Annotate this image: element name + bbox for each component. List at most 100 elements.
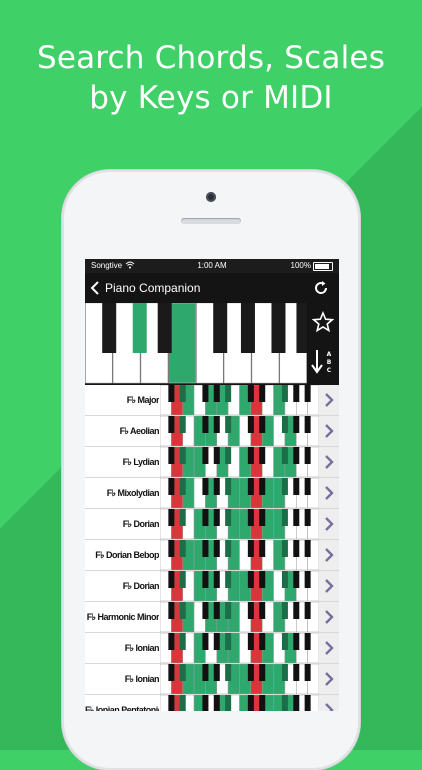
scale-name: F♭ Mixolydian (106, 488, 159, 498)
preview-black-key (247, 416, 254, 433)
back-button[interactable]: Piano Companion (89, 280, 200, 296)
preview-black-key (168, 509, 175, 526)
preview-black-key (293, 633, 300, 650)
scale-keyboard-preview (160, 447, 319, 477)
preview-black-key (281, 664, 288, 681)
row-detail-button[interactable] (319, 664, 339, 694)
battery-icon (313, 262, 333, 271)
black-key[interactable] (213, 303, 228, 353)
preview-black-key (281, 447, 288, 464)
preview-black-key (202, 540, 209, 557)
preview-black-key (304, 509, 311, 526)
scale-name: F♭ Dorian (122, 519, 159, 529)
preview-black-key (281, 602, 288, 619)
row-detail-button[interactable] (319, 540, 339, 570)
chevron-right-icon (325, 579, 334, 593)
preview-black-key (168, 602, 175, 619)
svg-text:B: B (327, 359, 332, 366)
preview-black-key (213, 478, 220, 495)
scale-row[interactable]: F♭ Ionian Pentatonic (85, 695, 339, 711)
row-detail-button[interactable] (319, 633, 339, 663)
preview-black-key (179, 509, 186, 526)
piano-keyboard[interactable] (85, 303, 307, 385)
preview-black-key (247, 571, 254, 588)
scale-keyboard-preview (160, 695, 319, 711)
scale-keyboard-preview (160, 509, 319, 539)
row-detail-button[interactable] (319, 478, 339, 508)
piano-keyboard-area: A B C (85, 303, 339, 385)
black-key[interactable] (271, 303, 286, 353)
preview-black-key (213, 695, 220, 711)
headline-line-1: Search Chords, Scales (36, 40, 386, 76)
preview-black-key (304, 664, 311, 681)
preview-black-key (213, 385, 220, 402)
black-key[interactable] (102, 303, 117, 353)
preview-black-key (259, 695, 266, 711)
preview-black-key (247, 695, 254, 711)
row-detail-button[interactable] (319, 385, 339, 415)
preview-black-key (179, 633, 186, 650)
preview-black-key (225, 447, 232, 464)
preview-black-key (259, 602, 266, 619)
preview-black-key (168, 695, 175, 711)
chevron-right-icon (325, 548, 334, 562)
scale-row[interactable]: F♭ Ionian (85, 664, 339, 695)
preview-black-key (225, 664, 232, 681)
black-key[interactable] (240, 303, 255, 353)
preview-black-key (281, 509, 288, 526)
preview-black-key (168, 633, 175, 650)
preview-black-key (293, 664, 300, 681)
preview-black-key (202, 385, 209, 402)
black-key[interactable] (296, 303, 307, 353)
scale-keyboard-preview (160, 633, 319, 663)
status-bar: Songtive 1:00 AM 100% (85, 259, 339, 273)
preview-black-key (213, 416, 220, 433)
scale-row[interactable]: F♭ Ionian (85, 633, 339, 664)
scale-row[interactable]: F♭ Mixolydian (85, 478, 339, 509)
preview-black-key (293, 509, 300, 526)
preview-black-key (259, 478, 266, 495)
black-key[interactable] (157, 303, 172, 353)
scale-row[interactable]: F♭ Lydian (85, 447, 339, 478)
preview-black-key (304, 633, 311, 650)
preview-black-key (293, 540, 300, 557)
scale-row[interactable]: F♭ Dorian (85, 571, 339, 602)
scale-row[interactable]: F♭ Dorian (85, 509, 339, 540)
preview-black-key (281, 385, 288, 402)
row-detail-button[interactable] (319, 695, 339, 711)
black-key[interactable] (132, 303, 147, 353)
white-key[interactable] (168, 303, 196, 384)
status-battery-text: 100% (290, 261, 311, 270)
preview-black-key (168, 385, 175, 402)
sort-abc-icon[interactable]: A B C (311, 348, 337, 376)
preview-black-key (247, 664, 254, 681)
scale-row[interactable]: F♭ Major (85, 385, 339, 416)
preview-black-key (179, 478, 186, 495)
chevron-right-icon (325, 610, 334, 624)
chevron-right-icon (325, 424, 334, 438)
row-detail-button[interactable] (319, 447, 339, 477)
preview-black-key (259, 385, 266, 402)
preview-black-key (247, 602, 254, 619)
preview-black-key (179, 664, 186, 681)
preview-black-key (259, 416, 266, 433)
row-detail-button[interactable] (319, 602, 339, 632)
chevron-right-icon (325, 455, 334, 469)
refresh-icon[interactable] (313, 280, 329, 296)
preview-black-key (281, 540, 288, 557)
row-detail-button[interactable] (319, 509, 339, 539)
preview-black-key (213, 571, 220, 588)
scale-row[interactable]: F♭ Harmonic Minor (85, 602, 339, 633)
scale-list: F♭ Major F♭ Aeolian F♭ Lydian F♭ Mixolydian… (85, 385, 339, 711)
row-detail-button[interactable] (319, 571, 339, 601)
star-icon[interactable] (312, 311, 334, 333)
preview-black-key (202, 602, 209, 619)
scale-row[interactable]: F♭ Dorian Bebop (85, 540, 339, 571)
scale-keyboard-preview (160, 571, 319, 601)
preview-black-key (202, 447, 209, 464)
row-detail-button[interactable] (319, 416, 339, 446)
scale-name: F♭ Ionian (124, 643, 159, 653)
side-toolbar: A B C (307, 303, 339, 385)
scale-row[interactable]: F♭ Aeolian (85, 416, 339, 447)
preview-black-key (225, 478, 232, 495)
